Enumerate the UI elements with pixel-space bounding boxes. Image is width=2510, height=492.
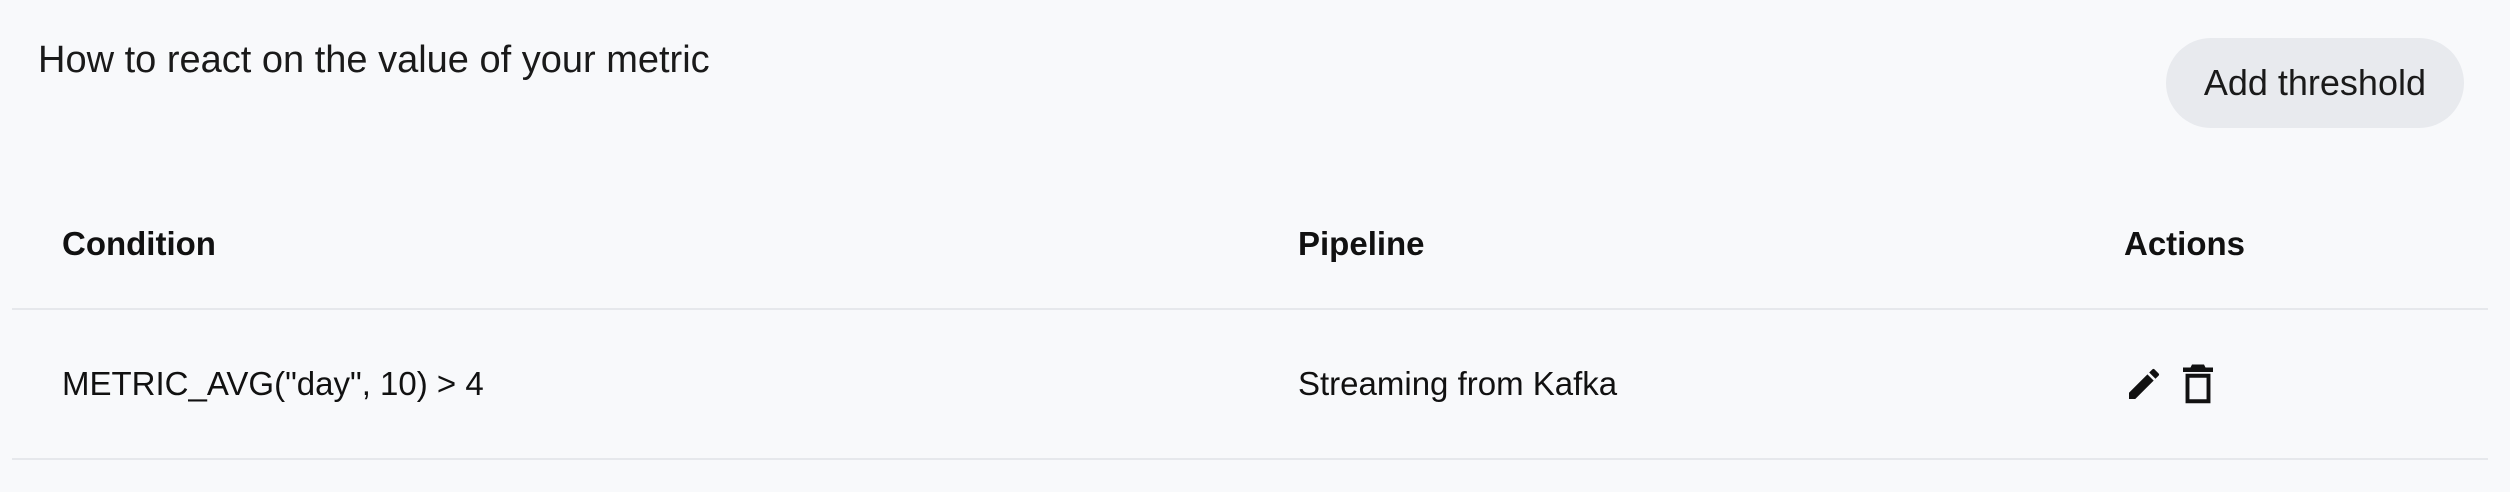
column-header-condition: Condition: [62, 225, 216, 262]
delete-icon[interactable]: [2178, 362, 2218, 406]
edit-icon[interactable]: [2124, 362, 2164, 406]
thresholds-table: Condition Pipeline Actions METRIC_AVG("d…: [12, 180, 2488, 460]
thresholds-panel: How to react on the value of your metric…: [0, 0, 2510, 492]
actions-cell: [2124, 310, 2218, 458]
column-header-actions: Actions: [2124, 225, 2246, 262]
condition-cell: METRIC_AVG("day", 10) > 4: [62, 365, 484, 402]
pipeline-cell: Streaming from Kafka: [1298, 365, 1618, 402]
section-title: How to react on the value of your metric: [38, 39, 710, 81]
table-row: METRIC_AVG("day", 10) > 4 Streaming from…: [12, 310, 2488, 460]
add-threshold-button[interactable]: Add threshold: [2165, 38, 2464, 128]
column-header-pipeline: Pipeline: [1298, 225, 1425, 262]
table-header-row: Condition Pipeline Actions: [12, 180, 2488, 310]
